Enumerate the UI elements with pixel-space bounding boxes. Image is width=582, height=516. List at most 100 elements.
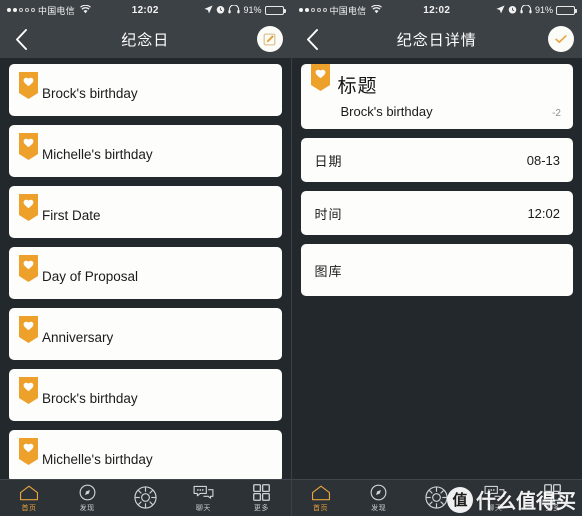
field-row-gallery[interactable]: 图库 [300, 244, 573, 296]
back-button[interactable] [300, 25, 326, 53]
carrier-name: 中国电信 [38, 5, 75, 16]
tab-chat[interactable]: 聊天 [174, 483, 232, 513]
signal-dots-icon [298, 8, 327, 12]
detail-title-value-row: Brock's birthday -2 [311, 104, 562, 119]
compass-icon [79, 483, 96, 502]
right-phone-screen: 中国电信 12:02 91% 纪念日详情 标题 Brock's birthday… [291, 0, 582, 516]
anniversary-list[interactable]: Brock's birthday Michelle's birthday Fir… [0, 58, 291, 480]
signal-dots-icon [7, 8, 35, 12]
tab-bar-right: 首页 发现 聊天 更多 [291, 479, 582, 516]
battery-percent: 91% [243, 5, 262, 15]
list-item-label: Michelle's birthday [42, 147, 153, 162]
status-bar-carrier-group: 中国电信 [298, 4, 383, 17]
nav-bar-right: 纪念日详情 [291, 20, 582, 58]
wifi-icon [79, 4, 91, 16]
status-bar-indicators: 91% [204, 3, 286, 16]
edit-pencil-icon[interactable] [256, 26, 283, 52]
list-item-label: First Date [42, 208, 101, 223]
battery-percent: 91% [534, 5, 553, 15]
left-phone-screen: 中国电信 12:02 91% 纪念日 Brock's birthday Mich… [0, 0, 292, 516]
detail-title-value: Brock's birthday [340, 104, 433, 119]
detail-title-card[interactable]: 标题 Brock's birthday -2 [300, 64, 573, 129]
heart-ribbon-icon [19, 133, 38, 160]
home-icon [311, 483, 331, 502]
tab-home[interactable]: 首页 [292, 483, 350, 513]
list-item-label: Michelle's birthday [42, 452, 153, 467]
sun-icon [425, 486, 448, 509]
wifi-icon [371, 4, 383, 16]
tab-label: 更多 [253, 505, 269, 512]
home-icon [19, 483, 39, 502]
list-item[interactable]: Brock's birthday [9, 64, 282, 116]
field-value: 12:02 [527, 205, 560, 221]
headphones-icon [520, 3, 532, 16]
sun-icon [134, 486, 157, 509]
tab-label: 发现 [79, 505, 95, 512]
compass-icon [370, 483, 387, 502]
tab-discover[interactable]: 发现 [58, 483, 116, 513]
location-arrow-icon [204, 4, 214, 16]
heart-ribbon-icon [19, 255, 38, 282]
field-row-date[interactable]: 日期 08-13 [300, 138, 573, 182]
chat-bubbles-icon [193, 483, 214, 502]
tab-more[interactable]: 更多 [524, 483, 582, 513]
tab-label: 首页 [21, 505, 37, 512]
tab-center-action[interactable] [116, 486, 174, 509]
list-item-label: Brock's birthday [42, 86, 138, 101]
field-label: 日期 [314, 153, 343, 169]
tab-chat[interactable]: 聊天 [466, 483, 524, 513]
heart-ribbon-icon [19, 194, 38, 221]
heart-ribbon-icon [310, 64, 330, 91]
list-item[interactable]: Michelle's birthday [9, 430, 282, 480]
page-title: 纪念日详情 [396, 31, 477, 49]
heart-ribbon-icon [19, 377, 38, 404]
field-row-time[interactable]: 时间 12:02 [300, 191, 573, 235]
tab-label: 首页 [313, 505, 329, 512]
status-bar-carrier-group: 中国电信 [7, 4, 91, 17]
list-item[interactable]: First Date [9, 186, 282, 238]
list-item-label: Day of Proposal [42, 269, 139, 284]
heart-ribbon-icon [19, 316, 38, 343]
tab-label: 聊天 [195, 505, 211, 512]
alarm-clock-icon [216, 5, 225, 16]
anniversary-detail-form[interactable]: 标题 Brock's birthday -2 日期 08-13 时间 12:02… [292, 58, 582, 480]
status-bar-indicators: 91% [496, 3, 577, 16]
alarm-clock-icon [508, 5, 517, 16]
field-label: 图库 [314, 263, 343, 279]
tab-home[interactable]: 首页 [0, 483, 58, 513]
grid-icon [253, 483, 270, 502]
field-value: 08-13 [526, 152, 560, 168]
nav-bar-left: 纪念日 [0, 20, 291, 58]
tab-center-action[interactable] [408, 486, 466, 509]
field-label: 时间 [314, 206, 343, 222]
check-icon[interactable] [548, 26, 574, 52]
tab-label: 发现 [371, 505, 387, 512]
list-item-label: Anniversary [42, 330, 114, 345]
carrier-name: 中国电信 [329, 5, 367, 16]
detail-title-heading: 标题 [337, 76, 378, 97]
grid-icon [544, 483, 562, 502]
tab-discover[interactable]: 发现 [350, 483, 408, 513]
back-button[interactable] [8, 25, 34, 53]
tab-label: 聊天 [487, 505, 503, 512]
list-item[interactable]: Anniversary [9, 308, 282, 360]
dual-screenshot-container: 中国电信 12:02 91% 纪念日 Brock's birthday Mich… [0, 0, 582, 516]
tab-bar-left: 首页 发现 聊天 更多 [0, 479, 291, 516]
headphones-icon [228, 3, 241, 16]
heart-ribbon-icon [19, 72, 38, 99]
list-item-label: Brock's birthday [42, 391, 138, 406]
battery-icon [264, 5, 286, 15]
tab-label: 更多 [545, 505, 561, 512]
detail-title-row: 标题 [310, 64, 562, 98]
status-bar-left: 中国电信 12:02 91% [0, 0, 291, 20]
battery-icon [556, 5, 577, 15]
detail-title-meta: -2 [552, 108, 561, 119]
page-title: 纪念日 [121, 31, 170, 49]
list-item[interactable]: Michelle's birthday [9, 125, 282, 177]
status-bar-right: 中国电信 12:02 91% [291, 0, 582, 20]
chat-bubbles-icon [484, 483, 505, 502]
list-item[interactable]: Brock's birthday [9, 369, 282, 421]
tab-more[interactable]: 更多 [232, 483, 290, 513]
list-item[interactable]: Day of Proposal [9, 247, 282, 299]
heart-ribbon-icon [19, 438, 38, 465]
